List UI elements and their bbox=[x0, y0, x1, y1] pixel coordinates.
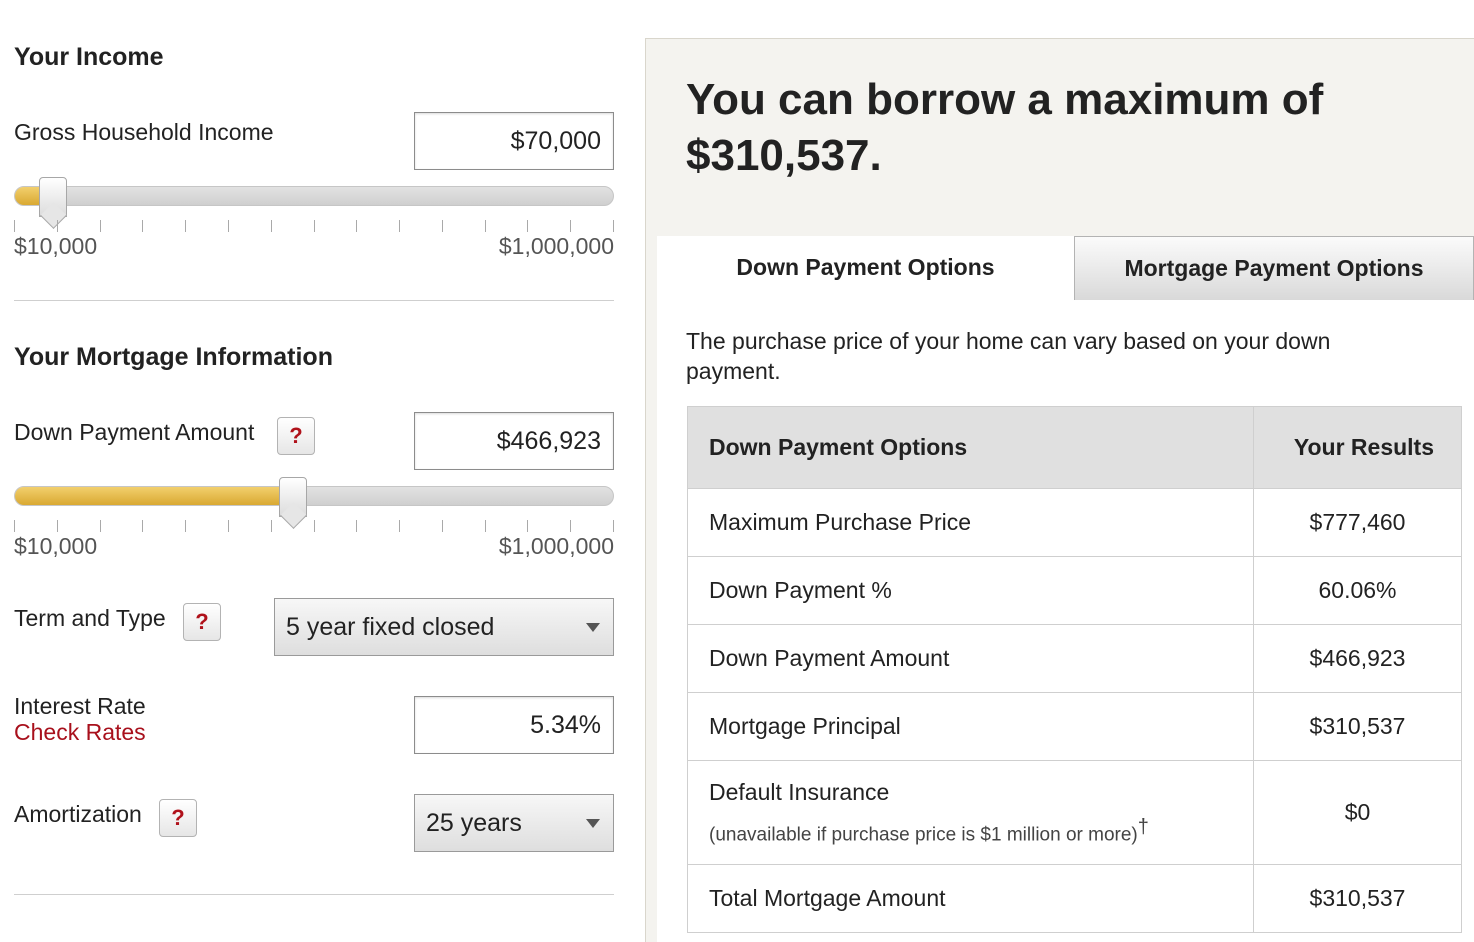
row-value: $466,923 bbox=[1253, 624, 1462, 693]
slider-tick bbox=[442, 220, 443, 232]
chevron-down-icon bbox=[586, 819, 600, 828]
row-label: Down Payment Amount bbox=[687, 624, 1254, 693]
gross-income-input[interactable]: $70,000 bbox=[414, 112, 614, 170]
row-label: Maximum Purchase Price bbox=[687, 488, 1254, 557]
table-header-row: Down Payment Options Your Results bbox=[687, 406, 1462, 489]
mortgage-info-heading: Your Mortgage Information bbox=[14, 343, 333, 371]
term-type-label: Term and Type bbox=[14, 605, 166, 631]
section-divider bbox=[14, 300, 614, 301]
insurance-note: (unavailable if purchase price is $1 mil… bbox=[709, 824, 1138, 846]
term-help-icon[interactable]: ? bbox=[183, 603, 221, 641]
amortization-help-icon[interactable]: ? bbox=[159, 799, 197, 837]
section-divider bbox=[14, 894, 614, 895]
row-value: $0 bbox=[1253, 760, 1462, 865]
down-payment-label: Down Payment Amount bbox=[14, 419, 255, 445]
amortization-select[interactable]: 25 years bbox=[414, 794, 614, 852]
footnote-marker: † bbox=[1137, 815, 1149, 838]
amortization-value: 25 years bbox=[426, 809, 522, 837]
column-header-options: Down Payment Options bbox=[687, 406, 1254, 489]
table-row: Down Payment % 60.06% bbox=[687, 556, 1462, 625]
slider-tick bbox=[57, 220, 58, 232]
down-payment-min-label: $10,000 bbox=[14, 533, 98, 559]
slider-tick bbox=[442, 520, 443, 532]
table-row: Total Mortgage Amount $310,537 bbox=[687, 864, 1462, 933]
max-borrow-title: You can borrow a maximum of $310,537. bbox=[686, 75, 1324, 180]
term-type-value: 5 year fixed closed bbox=[286, 613, 495, 641]
slider-tick bbox=[142, 220, 143, 232]
slider-tick bbox=[57, 520, 58, 532]
slider-tick bbox=[314, 220, 315, 232]
slider-tick bbox=[100, 220, 101, 232]
slider-tick bbox=[570, 220, 571, 232]
down-payment-help-icon[interactable]: ? bbox=[277, 417, 315, 455]
slider-tick bbox=[613, 220, 614, 232]
description-text: The purchase price of your home can vary… bbox=[686, 328, 1331, 384]
slider-tick bbox=[185, 520, 186, 532]
slider-tick bbox=[14, 220, 15, 232]
down-payment-max-label: $1,000,000 bbox=[498, 533, 614, 559]
row-value: $310,537 bbox=[1253, 864, 1462, 933]
slider-tick bbox=[613, 520, 614, 532]
slider-tick bbox=[142, 520, 143, 532]
slider-tick bbox=[527, 220, 528, 232]
row-value: $777,460 bbox=[1253, 488, 1462, 557]
income-heading: Your Income bbox=[14, 43, 164, 71]
slider-tick bbox=[356, 520, 357, 532]
interest-rate-input[interactable]: 5.34% bbox=[414, 696, 614, 754]
table-row: Maximum Purchase Price $777,460 bbox=[687, 488, 1462, 557]
table-row: Mortgage Principal $310,537 bbox=[687, 692, 1462, 761]
table-row: Down Payment Amount $466,923 bbox=[687, 624, 1462, 693]
tab-mortgage-payment-options[interactable]: Mortgage Payment Options bbox=[1074, 236, 1474, 300]
interest-rate-label: Interest Rate bbox=[14, 693, 146, 719]
row-label: Down Payment % bbox=[687, 556, 1254, 625]
down-payment-slider-fill bbox=[15, 487, 295, 505]
income-max-label: $1,000,000 bbox=[498, 233, 614, 259]
table-row: Default Insurance (unavailable if purcha… bbox=[687, 760, 1462, 865]
slider-tick bbox=[356, 220, 357, 232]
income-slider-handle[interactable] bbox=[39, 177, 67, 217]
slider-tick bbox=[271, 520, 272, 532]
down-payment-input[interactable]: $466,923 bbox=[414, 412, 614, 470]
row-label: Mortgage Principal bbox=[687, 692, 1254, 761]
row-value: $310,537 bbox=[1253, 692, 1462, 761]
income-slider-ticks bbox=[14, 220, 614, 232]
check-rates-link[interactable]: Check Rates bbox=[14, 719, 146, 746]
column-header-results: Your Results bbox=[1253, 406, 1462, 489]
slider-tick bbox=[485, 520, 486, 532]
down-payment-slider-ticks bbox=[14, 520, 614, 532]
slider-tick bbox=[399, 220, 400, 232]
amortization-label: Amortization bbox=[14, 801, 142, 827]
row-value: 60.06% bbox=[1253, 556, 1462, 625]
slider-tick bbox=[485, 220, 486, 232]
down-payment-slider-handle[interactable] bbox=[279, 477, 307, 517]
gross-income-label: Gross Household Income bbox=[14, 119, 274, 145]
row-label-with-note: Default Insurance (unavailable if purcha… bbox=[687, 760, 1254, 865]
tab-down-payment-options[interactable]: Down Payment Options bbox=[657, 236, 1074, 300]
slider-tick bbox=[314, 520, 315, 532]
chevron-down-icon bbox=[586, 623, 600, 632]
slider-tick bbox=[228, 520, 229, 532]
row-label: Total Mortgage Amount bbox=[687, 864, 1254, 933]
income-min-label: $10,000 bbox=[14, 233, 98, 259]
slider-tick bbox=[14, 520, 15, 532]
term-type-select[interactable]: 5 year fixed closed bbox=[274, 598, 614, 656]
down-payment-table: Down Payment Options Your Results Maximu… bbox=[687, 406, 1462, 933]
down-payment-slider[interactable] bbox=[14, 477, 614, 517]
row-label: Default Insurance bbox=[709, 778, 890, 805]
slider-tick bbox=[100, 520, 101, 532]
slider-tick bbox=[185, 220, 186, 232]
row-note: (unavailable if purchase price is $1 mil… bbox=[709, 816, 1232, 846]
slider-tick bbox=[271, 220, 272, 232]
slider-tick bbox=[570, 520, 571, 532]
slider-tick bbox=[527, 520, 528, 532]
income-slider[interactable] bbox=[14, 177, 614, 217]
slider-tick bbox=[228, 220, 229, 232]
slider-tick bbox=[399, 520, 400, 532]
